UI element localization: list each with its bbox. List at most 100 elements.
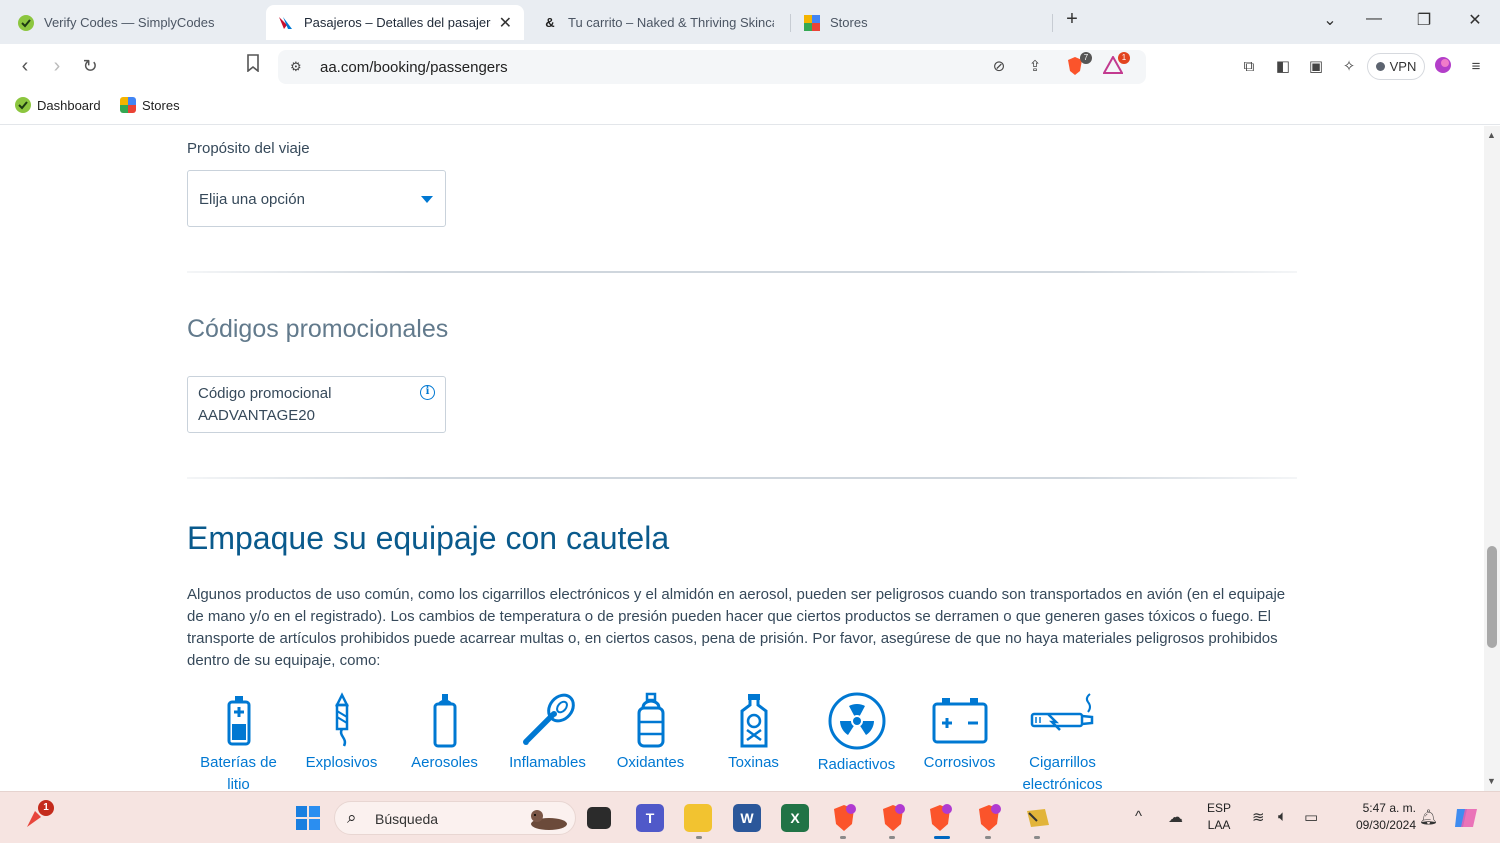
bottle-icon [637,692,664,748]
word-icon[interactable]: W [733,804,761,832]
car-battery-icon [932,698,987,744]
running-indicator [1034,836,1040,839]
page-scrollbar[interactable]: ▲ ▼ [1484,126,1500,791]
info-icon[interactable]: i [420,385,435,400]
promo-code-field[interactable]: Código promocional AADVANTAGE20 i [187,376,446,433]
forward-icon[interactable]: › [45,54,69,78]
extensions-icon[interactable]: ⧉ [1238,56,1260,78]
hazard-item-toxins[interactable]: Toxinas [702,692,805,774]
stores-icon [120,97,136,113]
wifi-icon[interactable]: ≋ [1252,808,1265,826]
battery-icon [227,696,250,746]
battery-icon[interactable]: ▭ [1304,808,1318,826]
scroll-up-icon[interactable]: ▲ [1487,130,1496,140]
bookmark-stores[interactable]: Stores [120,97,180,113]
hazard-item-e-cigarettes[interactable]: Cigarrillos electrónicos [1011,692,1114,791]
taskbar-search-input[interactable]: ⌕ Búsqueda [334,801,576,835]
tab-stores[interactable]: Stores [792,5,1048,40]
brave-shields-icon[interactable]: 7 [1064,52,1092,78]
brave-browser-active-icon[interactable] [926,804,954,832]
address-bar[interactable]: ⚙ aa.com/booking/passengers ⊘ ⇪ 7 1 [278,50,1146,84]
hazard-label: Corrosivos [923,754,996,771]
close-window-icon[interactable]: ✕ [1463,10,1487,30]
input-language-indicator[interactable]: ESP LAA [1202,800,1236,834]
restore-icon[interactable]: ❐ [1412,10,1436,30]
reload-icon[interactable]: ↻ [78,54,102,78]
e-cigarette-icon [1030,693,1093,731]
menu-icon[interactable]: ≡ [1465,56,1487,78]
volume-icon[interactable]: 🔈︎ [1278,808,1287,825]
trip-purpose-select[interactable]: Elija una opción [187,170,446,227]
brave-browser-icon[interactable] [879,804,907,832]
firework-icon [334,692,349,747]
copilot-icon[interactable] [1452,804,1480,832]
search-highlight-otter-icon [531,810,567,830]
rewards-count-badge: 1 [1118,52,1130,64]
promo-codes-heading: Códigos promocionales [187,315,449,343]
teams-icon[interactable]: T [636,804,664,832]
running-indicator [889,836,895,839]
hazard-item-flammables[interactable]: Inflamables [496,692,599,774]
file-explorer-icon[interactable] [684,804,712,832]
show-hidden-icons-chevron-icon[interactable]: ^ [1135,808,1142,825]
ampersand-favicon-icon: & [545,15,555,30]
excel-icon[interactable]: X [781,804,809,832]
clock-date: 09/30/2024 [1355,818,1416,832]
url-text[interactable]: aa.com/booking/passengers [320,59,508,76]
running-indicator [840,836,846,839]
hazard-item-radioactive[interactable]: Radiactivos [805,692,908,776]
leo-ai-icon[interactable]: ✧ [1338,56,1360,78]
simplycodes-favicon-icon [18,14,34,31]
sidebar-icon[interactable]: ◧ [1272,56,1294,78]
brave-rewards-icon[interactable]: 1 [1102,52,1130,78]
hazard-item-explosives[interactable]: Explosivos [290,692,393,774]
translate-off-icon[interactable]: ⊘ [988,56,1010,78]
scroll-thumb[interactable] [1487,546,1497,648]
onedrive-icon[interactable]: ☁ [1168,808,1183,826]
widgets-icon[interactable]: 1 [20,800,54,832]
tab-label: Stores [830,15,868,30]
hazard-item-corrosives[interactable]: Corrosivos [908,692,1011,774]
task-view-icon[interactable] [587,807,611,829]
new-tab-icon[interactable]: + [1060,8,1084,31]
close-tab-icon[interactable]: ✕ [499,13,512,33]
share-icon[interactable]: ⇪ [1024,56,1046,78]
promo-code-value[interactable]: AADVANTAGE20 [198,407,315,424]
profile-avatar-icon[interactable] [1432,56,1454,78]
tab-label: Pasajeros – Detalles del pasajero [304,15,491,30]
american-airlines-favicon-icon [278,15,294,31]
back-icon[interactable]: ‹ [13,54,37,78]
bookmark-icon[interactable] [241,54,265,80]
hazard-item-aerosols[interactable]: Aerosoles [393,692,496,774]
scroll-down-icon[interactable]: ▼ [1487,776,1496,786]
aerosol-icon [433,694,456,748]
tab-search-chevron-icon[interactable]: ⌄ [1318,10,1342,30]
simplycodes-icon [15,97,31,113]
hazard-label: Aerosoles [411,754,478,771]
site-settings-icon[interactable]: ⚙ [290,59,302,75]
vpn-button[interactable]: VPN [1367,53,1425,80]
tab-label: Tu carrito – Naked & Thriving Skincare [568,15,774,30]
notification-bell-icon[interactable]: 🔔︎ [1419,808,1438,826]
bookmark-dashboard[interactable]: Dashboard [15,97,101,113]
brave-browser-icon[interactable] [975,804,1003,832]
promo-code-label: Código promocional [198,385,332,402]
stores-favicon-icon [804,14,820,31]
tab-verify-codes[interactable]: Verify Codes — SimplyCodes [6,5,262,40]
wallet-icon[interactable]: ▣ [1305,56,1327,78]
notification-badge: 1 [38,800,54,816]
start-menu-icon[interactable] [294,804,322,832]
tab-passengers[interactable]: Pasajeros – Detalles del pasajero ✕ [266,5,524,40]
vpn-label: VPN [1389,59,1417,74]
tab-cart[interactable]: & Tu carrito – Naked & Thriving Skincare [530,5,786,40]
brave-browser-icon[interactable] [830,804,858,832]
clock[interactable]: 5:47 a. m. 09/30/2024 [1336,800,1416,834]
hazard-item-oxidizers[interactable]: Oxidantes [599,692,702,774]
hazard-label: Toxinas [728,754,779,771]
hazard-label: Radiactivos [817,756,896,773]
hazard-item-lithium-batteries[interactable]: Baterías de litio [187,692,290,791]
minimize-icon[interactable]: — [1362,10,1386,28]
tab-strip: Verify Codes — SimplyCodes Pasajeros – D… [0,0,1500,44]
match-icon [522,693,575,745]
pointer-app-icon[interactable] [1023,804,1051,832]
